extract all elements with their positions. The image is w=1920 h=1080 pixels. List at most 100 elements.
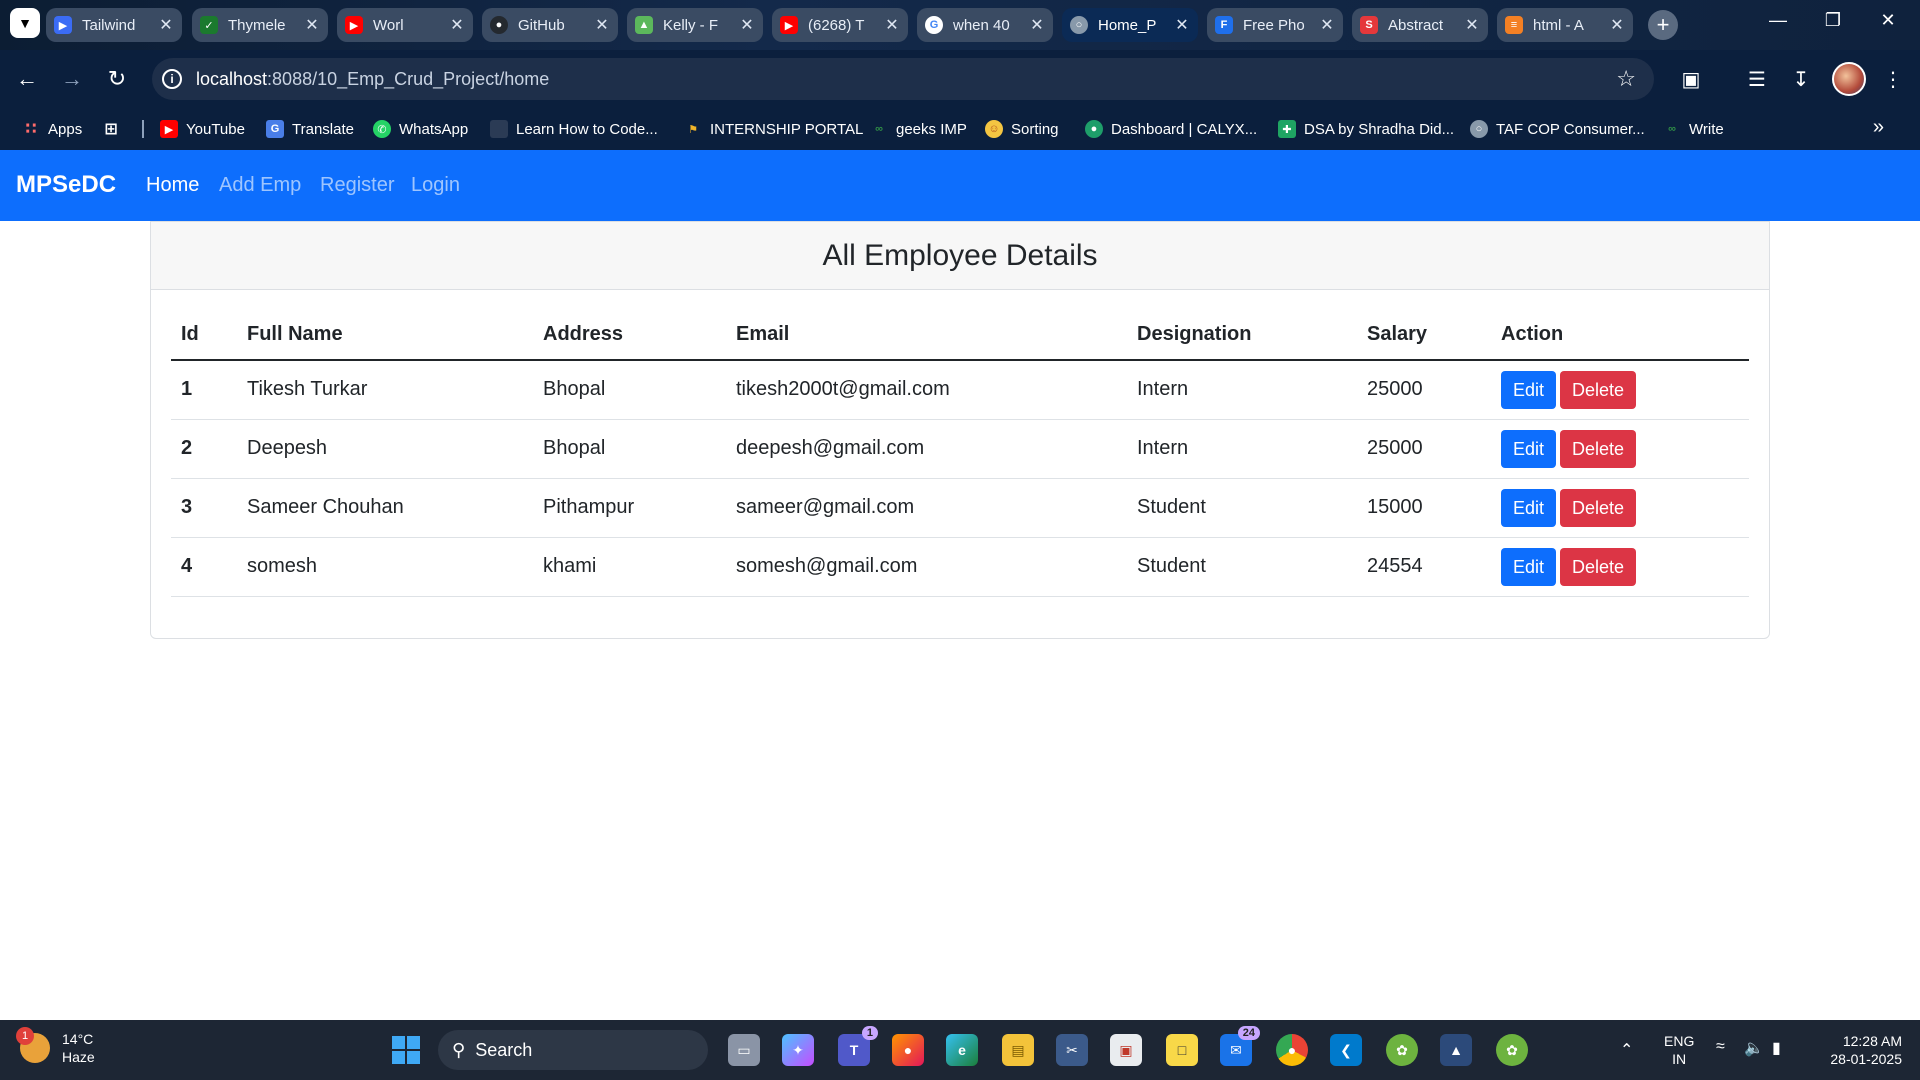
edit-button[interactable]: Edit: [1501, 370, 1557, 409]
nav-link-login[interactable]: Login: [411, 174, 460, 197]
edge-icon[interactable]: e: [946, 1034, 978, 1066]
nav-link-add-emp[interactable]: Add Emp: [219, 174, 301, 197]
delete-button[interactable]: Delete: [1560, 370, 1637, 409]
bookmark-whatsapp[interactable]: ✆ WhatsApp: [373, 119, 468, 139]
cell-action: Edit Delete: [1491, 360, 1749, 420]
close-tab-icon[interactable]: ✕: [1174, 15, 1190, 35]
column-header-id: Id: [171, 310, 237, 361]
browser-tab[interactable]: ▲ Kelly - F ✕: [627, 8, 763, 42]
mail-icon[interactable]: ✉ 24: [1220, 1026, 1260, 1066]
close-tab-icon[interactable]: ✕: [304, 15, 320, 35]
browser-tab[interactable]: ● GitHub ✕: [482, 8, 618, 42]
bookmark-grid[interactable]: ⊞: [102, 119, 128, 139]
gfg-icon: ∞: [1668, 123, 1676, 135]
windows-start-icon[interactable]: [392, 1036, 420, 1064]
sticky-notes-icon[interactable]: □: [1166, 1034, 1198, 1066]
copilot-icon[interactable]: ✦: [782, 1034, 814, 1066]
firefox-icon[interactable]: ●: [892, 1034, 924, 1066]
table-row: 4 somesh khami somesh@gmail.com Student …: [171, 537, 1749, 597]
more-bookmarks-chevron-icon[interactable]: »: [1873, 116, 1884, 139]
close-tab-icon[interactable]: ✕: [739, 15, 755, 35]
nav-link-register[interactable]: Register: [320, 174, 394, 197]
back-arrow-icon[interactable]: ←: [12, 64, 42, 94]
browser-tab[interactable]: S Abstract ✕: [1352, 8, 1488, 42]
browser-tab-active[interactable]: ○ Home_P ✕: [1062, 8, 1198, 42]
bookmark-dashboard-calyx[interactable]: ● Dashboard | CALYX...: [1085, 119, 1257, 139]
download-icon[interactable]: ↧: [1786, 64, 1816, 94]
bookmark-learn-code[interactable]: Learn How to Code...: [490, 119, 658, 139]
close-tab-icon[interactable]: ✕: [594, 15, 610, 35]
close-tab-icon[interactable]: ✕: [1609, 15, 1625, 35]
clock[interactable]: 12:28 AM 28-01-2025: [1812, 1032, 1902, 1068]
forward-arrow-icon[interactable]: →: [57, 64, 87, 94]
browser-tab[interactable]: ≡ html - A ✕: [1497, 8, 1633, 42]
bookmark-youtube[interactable]: ▶ YouTube: [160, 119, 245, 139]
bookmark-sorting[interactable]: ☺ Sorting: [985, 119, 1059, 139]
delete-button[interactable]: Delete: [1560, 429, 1637, 468]
wifi-icon[interactable]: ≈: [1716, 1038, 1725, 1056]
delete-button[interactable]: Delete: [1560, 488, 1637, 527]
more-menu-icon[interactable]: ⋮: [1878, 64, 1908, 94]
close-tab-icon[interactable]: ✕: [1029, 15, 1045, 35]
browser-tab[interactable]: ▶ Tailwind ✕: [46, 8, 182, 42]
close-tab-icon[interactable]: ✕: [449, 15, 465, 35]
delete-button[interactable]: Delete: [1560, 547, 1637, 586]
bookmark-write[interactable]: ∞ Write: [1663, 119, 1724, 139]
new-tab-plus-icon[interactable]: +: [1648, 10, 1678, 40]
nav-link-home[interactable]: Home: [146, 174, 199, 197]
tab-title: Tailwind: [82, 16, 136, 34]
column-header-address: Address: [533, 310, 726, 361]
address-bar[interactable]: i localhost:8088/10_Emp_Crud_Project/hom…: [152, 58, 1654, 100]
portal-icon: ⚑: [688, 123, 698, 136]
translate-icon: G: [266, 120, 284, 138]
task-view-icon[interactable]: ▭: [728, 1034, 760, 1066]
snipping-tool-icon[interactable]: ✂: [1056, 1034, 1088, 1066]
weather-widget[interactable]: 1 14°C Haze: [16, 1027, 95, 1066]
close-tab-icon[interactable]: ✕: [1464, 15, 1480, 35]
close-tab-icon[interactable]: ✕: [884, 15, 900, 35]
tab-search-chevron-icon[interactable]: ▼: [10, 8, 40, 38]
freepik-icon: F: [1215, 16, 1233, 34]
browser-tab[interactable]: F Free Pho ✕: [1207, 8, 1343, 42]
bookmark-taf-cop[interactable]: ○ TAF COP Consumer...: [1470, 119, 1645, 139]
extensions-puzzle-icon[interactable]: ▣: [1676, 64, 1706, 94]
profile-avatar[interactable]: [1832, 62, 1866, 96]
bookmark-apps[interactable]: ∷ Apps: [22, 119, 82, 139]
browser-tab[interactable]: ▶ (6268) T ✕: [772, 8, 908, 42]
mysql-workbench-icon[interactable]: ▲: [1440, 1034, 1472, 1066]
browser-tab[interactable]: ▶ Worl ✕: [337, 8, 473, 42]
browser-tab[interactable]: G when 40 ✕: [917, 8, 1053, 42]
bookmark-geeks-imp[interactable]: ∞ geeks IMP: [870, 119, 967, 139]
bookmark-star-icon[interactable]: ☆: [1616, 66, 1636, 92]
teams-icon[interactable]: T1: [838, 1026, 878, 1066]
language-indicator[interactable]: ENG IN: [1664, 1032, 1694, 1068]
battery-icon[interactable]: ▮: [1772, 1038, 1781, 1058]
reload-icon[interactable]: ↻: [102, 64, 132, 94]
taskbar-search-box[interactable]: ⚲ Search: [438, 1030, 708, 1070]
photos-icon[interactable]: ▣: [1110, 1034, 1142, 1066]
minimize-window-icon[interactable]: —: [1763, 10, 1793, 31]
close-tab-icon[interactable]: ✕: [1319, 15, 1335, 35]
restore-window-icon[interactable]: ❐: [1818, 10, 1848, 31]
site-info-icon[interactable]: i: [162, 69, 182, 89]
spring-boot-icon[interactable]: ✿: [1496, 1034, 1528, 1066]
spring-tools-icon[interactable]: ✿: [1386, 1034, 1418, 1066]
browser-toolbar: ← → ↻ i localhost:8088/10_Emp_Crud_Proje…: [0, 50, 1920, 108]
close-window-icon[interactable]: ✕: [1873, 10, 1903, 31]
cell-email: tikesh2000t@gmail.com: [726, 360, 1127, 420]
vscode-icon[interactable]: ❮: [1330, 1034, 1362, 1066]
volume-icon[interactable]: 🔈: [1744, 1038, 1764, 1058]
bookmark-dsa-shradha[interactable]: ✚ DSA by Shradha Did...: [1278, 119, 1454, 139]
file-explorer-icon[interactable]: ▤: [1002, 1034, 1034, 1066]
edit-button[interactable]: Edit: [1501, 488, 1557, 527]
chrome-icon[interactable]: ●: [1276, 1034, 1308, 1066]
bookmark-internship-portal[interactable]: ⚑ INTERNSHIP PORTAL: [684, 119, 863, 139]
close-tab-icon[interactable]: ✕: [158, 15, 174, 35]
media-controls-icon[interactable]: ☰: [1742, 64, 1772, 94]
edit-button[interactable]: Edit: [1501, 429, 1557, 468]
edit-button[interactable]: Edit: [1501, 547, 1557, 586]
browser-tab[interactable]: ✓ Thymele ✕: [192, 8, 328, 42]
show-hidden-icons-chevron-icon[interactable]: ⌃: [1620, 1040, 1633, 1060]
brand-logo[interactable]: MPSeDC: [16, 171, 116, 199]
bookmark-translate[interactable]: G Translate: [266, 119, 354, 139]
